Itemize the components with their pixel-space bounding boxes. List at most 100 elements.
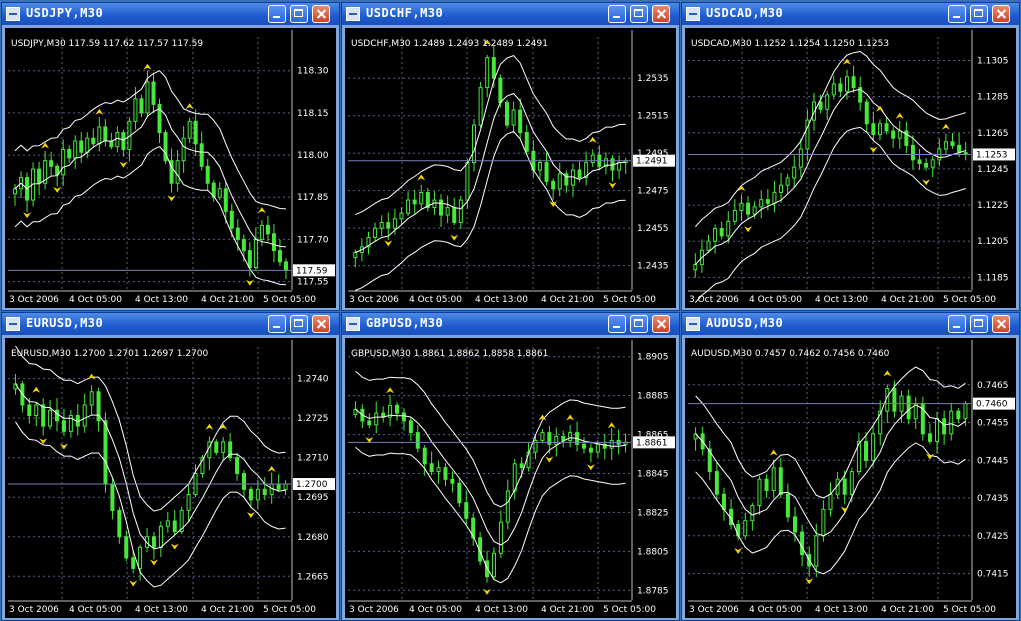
chart-window-icon <box>346 7 360 21</box>
chart-window-usdchf[interactable]: USDCHF,M30 1.2535 1.2515 1.2495 1.2475 1.245… <box>341 2 680 311</box>
fractal-down-arrow <box>119 161 128 168</box>
candle-body <box>55 409 60 422</box>
x-tick-label: 4 Oct 05:00 <box>749 295 802 305</box>
price-chart[interactable]: 1.1305 1.1285 1.1265 1.1245 1.1225 1.1205 1.11… <box>685 28 1016 308</box>
bollinger-lower-band <box>355 446 626 584</box>
candle-body <box>927 433 932 442</box>
minimize-button[interactable] <box>948 315 966 333</box>
y-tick-label: 117.85 <box>297 193 329 203</box>
x-tick-label: 5 Oct 05:00 <box>263 605 316 615</box>
candle-body <box>498 521 503 554</box>
fractal-down-arrow <box>129 580 138 587</box>
candle-body <box>367 420 372 426</box>
close-button[interactable] <box>992 315 1010 333</box>
candle-body <box>235 227 240 240</box>
close-button[interactable] <box>312 5 330 23</box>
chart-window-usdjpy[interactable]: USDJPY,M30 118.30 118.15 118.00 117.85 117.7… <box>1 2 340 311</box>
price-chart[interactable]: 1.2535 1.2515 1.2495 1.2475 1.2455 1.2435 1.24… <box>345 28 676 308</box>
fractal-up-arrow <box>205 423 214 430</box>
chart-window-audusd[interactable]: AUDUSD,M30 0.7465 0.7455 0.7445 0.7435 0.742… <box>681 312 1020 621</box>
chart-window-eurusd[interactable]: EURUSD,M30 1.2740 1.2725 1.2710 1.2695 1.268… <box>1 312 340 621</box>
minimize-button[interactable] <box>268 5 286 23</box>
price-chart[interactable]: 0.7465 0.7455 0.7445 0.7435 0.7425 0.7415 0.74… <box>685 338 1016 618</box>
fractal-down-arrow <box>450 234 459 241</box>
window-titlebar[interactable]: AUDUSD,M30 <box>682 313 1019 335</box>
candle-body <box>871 433 876 461</box>
candle-body <box>401 412 406 422</box>
close-button[interactable] <box>652 5 670 23</box>
x-tick-label: 4 Oct 21:00 <box>541 295 594 305</box>
candlestick-chart[interactable]: 1.25351.25151.24951.24751.24551.24351.24… <box>345 28 676 308</box>
minimize-button[interactable] <box>268 315 286 333</box>
maximize-button[interactable] <box>630 315 648 333</box>
candlestick-chart[interactable]: 118.30 118.15 118.00 117.85 117.70 117.55 117.… <box>5 28 336 308</box>
candle-body <box>511 109 516 126</box>
window-title: GBPUSD,M30 <box>366 316 444 330</box>
window-titlebar[interactable]: USDJPY,M30 <box>2 3 339 25</box>
candlestick-chart[interactable]: 1.1305 1.1285 1.1265 1.1245 1.1225 1.1205 1.11… <box>685 28 1016 308</box>
candle-body <box>864 101 869 125</box>
candlestick-chart[interactable]: 1.2740 1.2725 1.2710 1.2695 1.2680 1.2665 1.27… <box>5 338 336 618</box>
candle-body <box>255 488 260 501</box>
candle-body <box>277 250 282 263</box>
candle-body <box>750 505 755 522</box>
window-titlebar[interactable]: GBPUSD,M30 <box>342 313 679 335</box>
candle-body <box>764 478 769 491</box>
candlestick-chart[interactable]: 0.7465 0.7455 0.7445 0.7435 0.7425 0.7415 0.74… <box>685 338 1016 618</box>
price-chart[interactable]: 1.8905 1.8885 1.8865 1.8845 1.8825 1.8805 1.87… <box>345 338 676 618</box>
candle-body <box>557 173 562 190</box>
candle-body <box>721 493 726 510</box>
window-titlebar[interactable]: USDCHF,M30 <box>342 3 679 25</box>
fractal-up-arrow <box>842 58 851 65</box>
window-title: USDCAD,M30 <box>706 6 784 20</box>
close-button[interactable] <box>312 315 330 333</box>
minimize-button[interactable] <box>608 315 626 333</box>
candle-body <box>379 222 384 229</box>
candle-body <box>588 447 593 453</box>
candle-body <box>772 191 777 204</box>
fractal-up-arrow <box>386 387 395 394</box>
candle-body <box>386 222 391 229</box>
candle-body <box>818 101 823 110</box>
fractal-up-arrow <box>143 63 152 70</box>
close-button[interactable] <box>652 315 670 333</box>
maximize-button[interactable] <box>970 315 988 333</box>
maximize-button[interactable] <box>970 5 988 23</box>
fractal-down-arrow <box>840 506 849 513</box>
close-button[interactable] <box>992 5 1010 23</box>
y-tick-label: 1.1305 <box>977 56 1009 66</box>
fractal-down-arrow <box>922 179 931 186</box>
candle-body <box>581 443 586 449</box>
maximize-button[interactable] <box>290 315 308 333</box>
x-tick-label: 4 Oct 21:00 <box>881 295 934 305</box>
fractal-up-arrow <box>875 105 884 112</box>
chart-window-usdcad[interactable]: USDCAD,M30 1.1305 1.1285 1.1265 1.1245 1.122… <box>681 2 1020 311</box>
x-tick-label: 4 Oct 13:00 <box>475 605 528 615</box>
y-tick-label: 117.55 <box>297 278 329 288</box>
chart-window-icon <box>686 317 700 331</box>
minimize-button[interactable] <box>608 5 626 23</box>
candle-body <box>765 199 770 204</box>
fractal-down-arrow <box>586 464 595 471</box>
y-tick-label: 1.1245 <box>977 165 1009 175</box>
maximize-button[interactable] <box>630 5 648 23</box>
minimize-button[interactable] <box>948 5 966 23</box>
price-chart[interactable]: 118.30 118.15 118.00 117.85 117.70 117.55 117.… <box>5 28 336 308</box>
price-chart[interactable]: 1.2740 1.2725 1.2710 1.2695 1.2680 1.2665 1.27… <box>5 338 336 618</box>
x-tick-label: 4 Oct 13:00 <box>815 295 868 305</box>
candle-body <box>743 520 748 537</box>
x-tick-label: 5 Oct 05:00 <box>603 605 656 615</box>
candle-body <box>276 483 281 490</box>
y-tick-label: 0.7445 <box>977 456 1009 466</box>
fractal-up-arrow <box>895 112 904 119</box>
candle-body <box>892 388 897 412</box>
fractal-up-arrow <box>417 174 426 181</box>
candle-body <box>151 536 156 548</box>
candlestick-chart[interactable]: 1.89051.88851.88651.88451.88251.88051.87… <box>345 338 676 618</box>
candle-body <box>199 143 204 167</box>
candle-body <box>800 531 805 556</box>
window-titlebar[interactable]: EURUSD,M30 <box>2 313 339 335</box>
maximize-button[interactable] <box>290 5 308 23</box>
window-titlebar[interactable]: USDCAD,M30 <box>682 3 1019 25</box>
chart-window-gbpusd[interactable]: GBPUSD,M30 1.8905 1.8885 1.8865 1.8845 1.882… <box>341 312 680 621</box>
